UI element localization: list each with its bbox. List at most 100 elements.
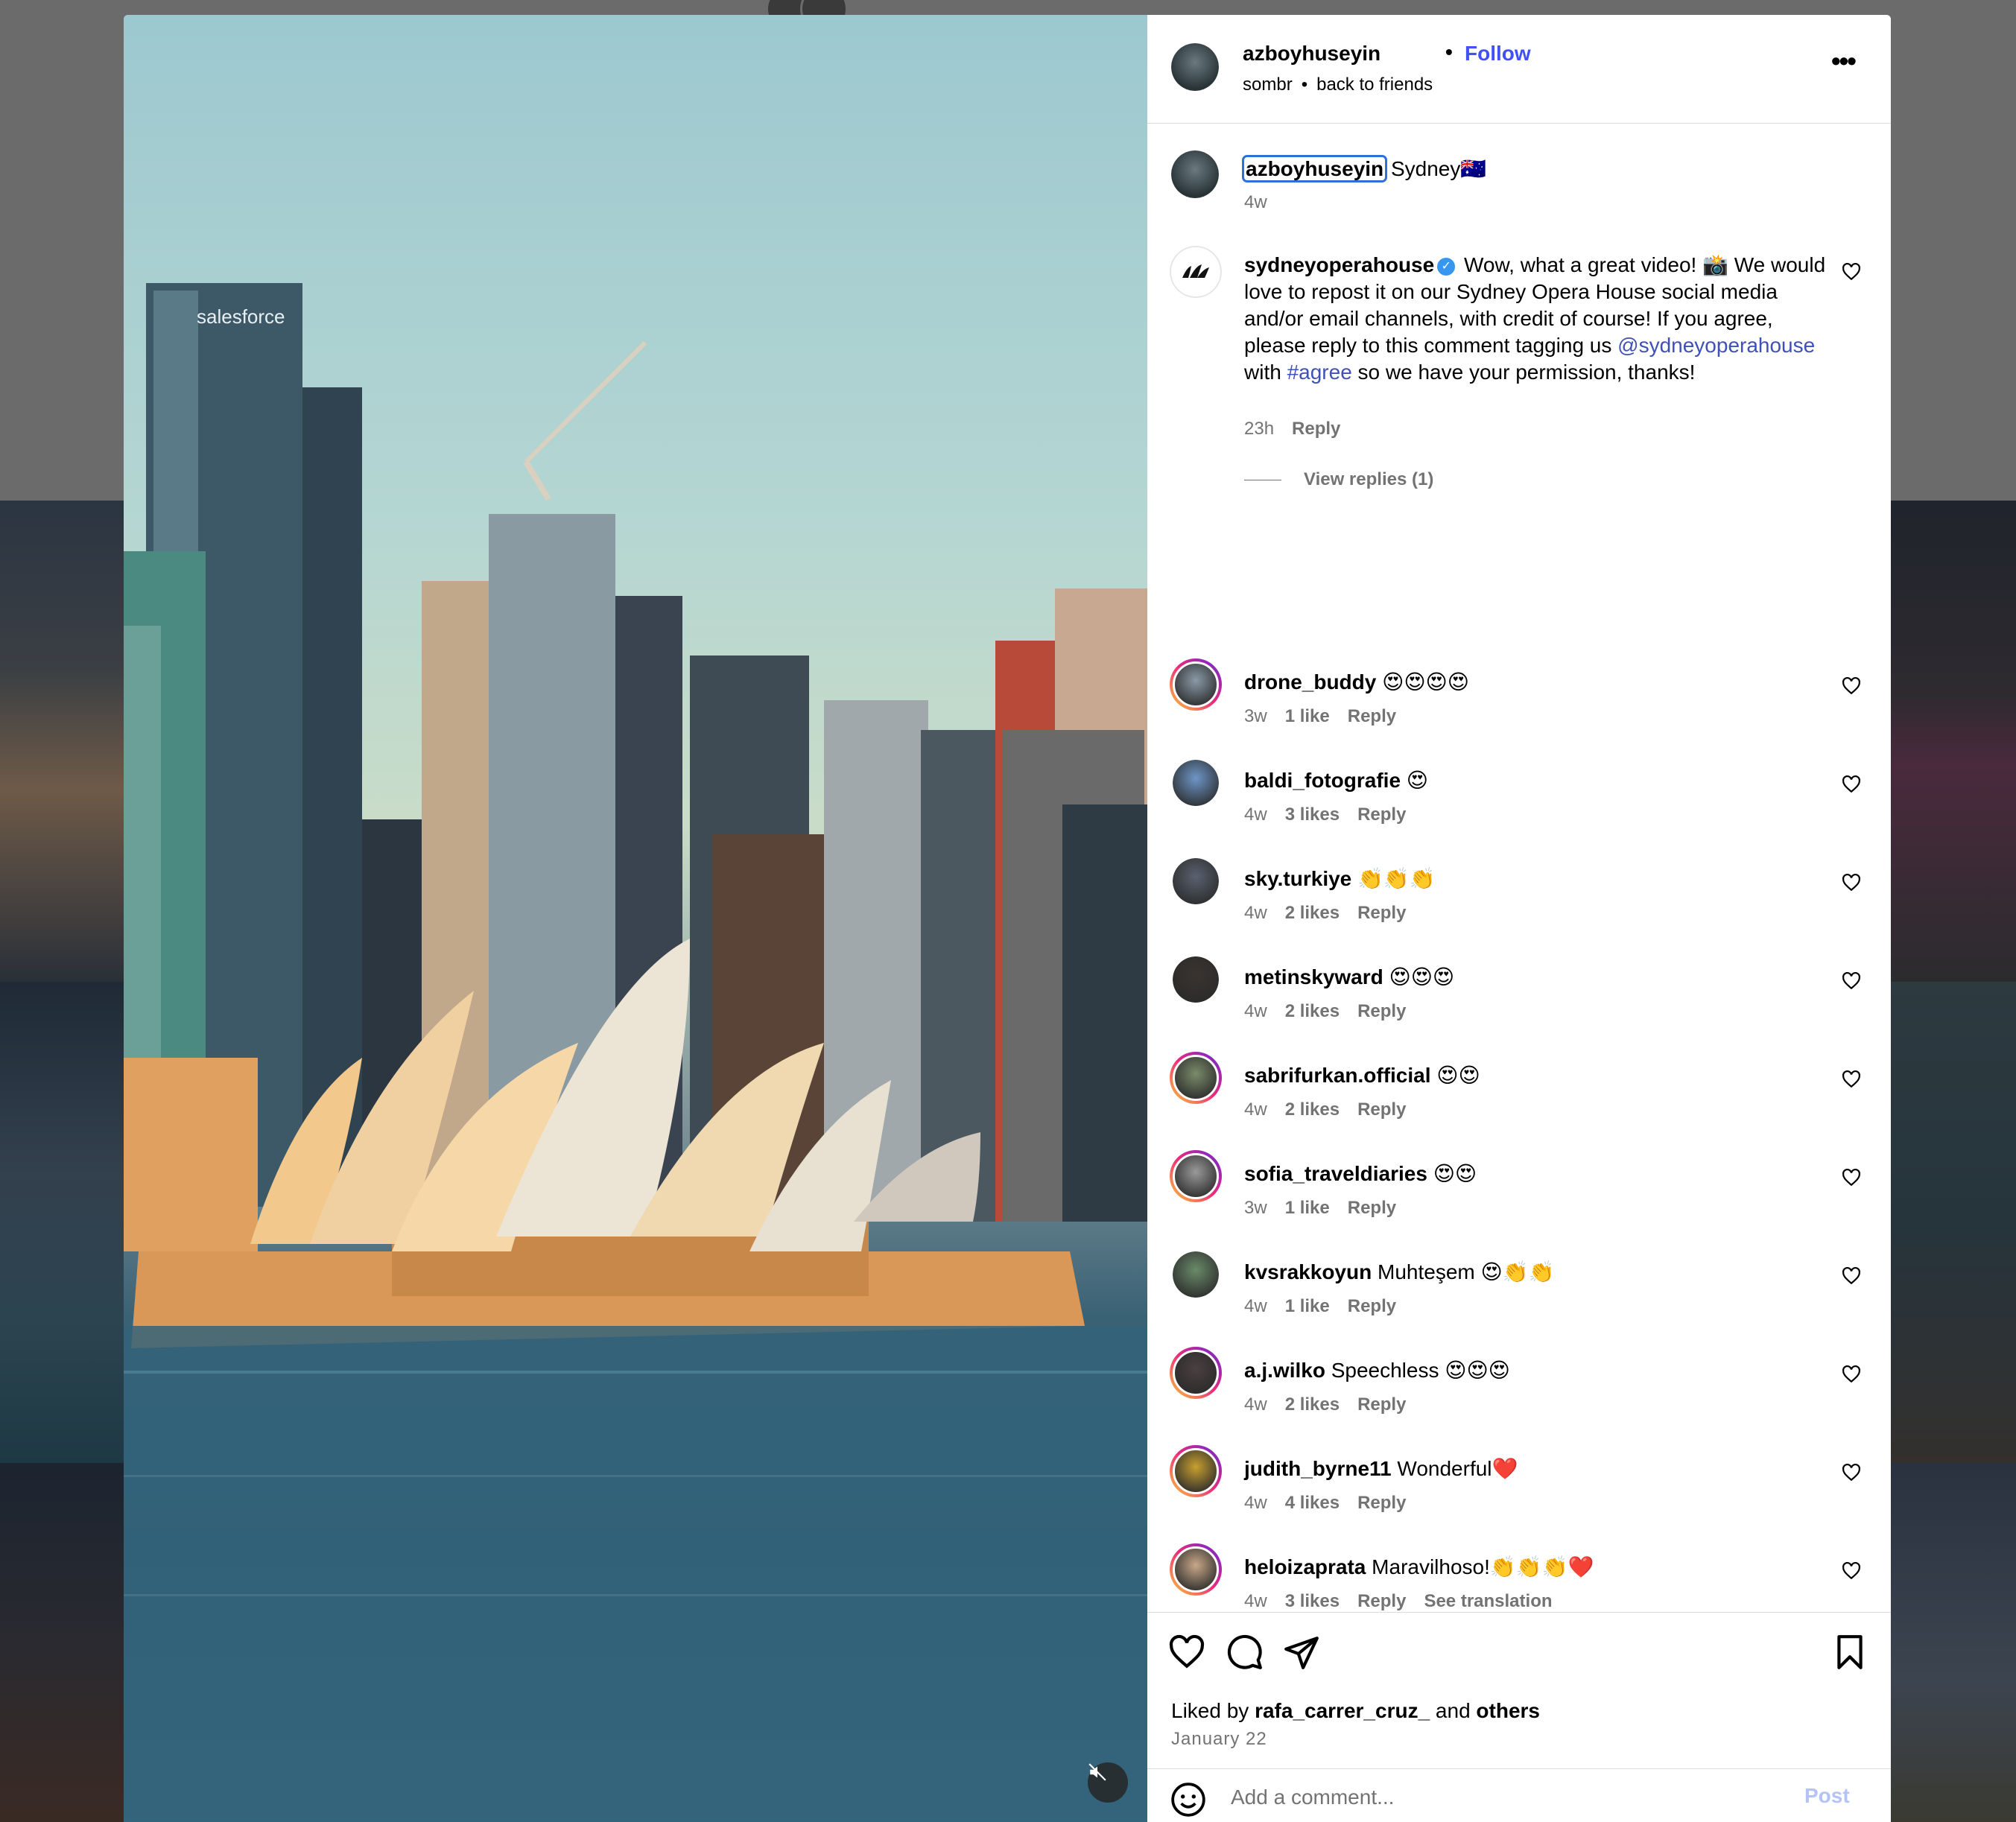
- view-replies-button[interactable]: View replies (1): [1244, 469, 1433, 490]
- comment-likes[interactable]: 2 likes: [1285, 1099, 1340, 1120]
- reply-button[interactable]: Reply: [1348, 706, 1396, 727]
- comment-likes[interactable]: 3 likes: [1285, 1591, 1340, 1612]
- caption-avatar[interactable]: [1171, 150, 1219, 198]
- reply-button[interactable]: Reply: [1292, 419, 1340, 439]
- add-comment-input[interactable]: [1231, 1777, 1797, 1818]
- comment-username[interactable]: drone_buddy: [1244, 670, 1376, 693]
- comment-username[interactable]: kvsrakkoyun: [1244, 1260, 1372, 1283]
- reply-button[interactable]: Reply: [1357, 1099, 1406, 1120]
- see-translation-button[interactable]: See translation: [1424, 1591, 1552, 1612]
- like-comment-heart-icon[interactable]: [1842, 1070, 1861, 1089]
- reply-button[interactable]: Reply: [1357, 804, 1406, 825]
- comment-username[interactable]: baldi_fotografie: [1244, 769, 1401, 792]
- comment-likes[interactable]: 1 like: [1285, 1198, 1330, 1219]
- comment-text: sky.turkiye 👏👏👏: [1244, 866, 1833, 892]
- comments-list[interactable]: azboyhuseyin Sydney🇦🇺 4w sydneyoperahous…: [1147, 124, 1891, 1612]
- comment-username[interactable]: sky.turkiye: [1244, 867, 1351, 890]
- commenter-avatar[interactable]: [1170, 1052, 1222, 1104]
- comment-username[interactable]: sabrifurkan.official: [1244, 1064, 1431, 1087]
- comment-time[interactable]: 4w: [1244, 1493, 1267, 1514]
- like-comment-heart-icon[interactable]: [1842, 1168, 1861, 1187]
- background-post-tile[interactable]: [1891, 501, 2016, 982]
- more-options-icon[interactable]: •••: [1831, 48, 1857, 74]
- post-video[interactable]: salesforce: [124, 15, 1147, 1822]
- mute-button[interactable]: [1088, 1762, 1128, 1803]
- comment-time[interactable]: 4w: [1244, 903, 1267, 924]
- audio-attribution[interactable]: sombr • back to friends: [1243, 74, 1433, 95]
- like-comment-heart-icon[interactable]: [1842, 1266, 1861, 1286]
- bookmark-icon[interactable]: [1831, 1634, 1868, 1671]
- comment-username[interactable]: sofia_traveldiaries: [1244, 1162, 1427, 1185]
- comment-username[interactable]: metinskyward: [1244, 965, 1383, 988]
- emoji-icon[interactable]: [1170, 1781, 1207, 1818]
- comment-time[interactable]: 23h: [1244, 419, 1274, 439]
- commenter-avatar[interactable]: [1170, 1150, 1222, 1202]
- caption-username[interactable]: azboyhuseyin: [1241, 155, 1388, 182]
- commenter-avatar[interactable]: [1170, 658, 1222, 711]
- hashtag-link[interactable]: #agree: [1287, 361, 1352, 384]
- comment-time[interactable]: 4w: [1244, 1099, 1267, 1120]
- comment-icon[interactable]: [1226, 1634, 1264, 1671]
- comment-time[interactable]: 4w: [1244, 1394, 1267, 1415]
- comment-time[interactable]: 4w: [1244, 804, 1267, 825]
- comment-username[interactable]: a.j.wilko: [1244, 1359, 1325, 1382]
- background-post-tile[interactable]: [0, 1463, 124, 1822]
- reply-button[interactable]: Reply: [1357, 1591, 1406, 1612]
- background-post-tile[interactable]: [1891, 1463, 2016, 1822]
- comment-time[interactable]: 4w: [1244, 1001, 1267, 1022]
- commenter-avatar[interactable]: [1170, 1543, 1222, 1596]
- liked-by-others[interactable]: others: [1476, 1699, 1540, 1722]
- like-comment-heart-icon[interactable]: [1842, 1561, 1861, 1581]
- reply-button[interactable]: Reply: [1357, 1493, 1406, 1514]
- comment-time[interactable]: 3w: [1244, 1198, 1267, 1219]
- comment-likes[interactable]: 1 like: [1285, 1296, 1330, 1317]
- reply-button[interactable]: Reply: [1357, 903, 1406, 924]
- like-comment-heart-icon[interactable]: [1842, 262, 1861, 282]
- author-username[interactable]: azboyhuseyin: [1243, 42, 1381, 66]
- comment-likes[interactable]: 2 likes: [1285, 903, 1340, 924]
- comment-likes[interactable]: 2 likes: [1285, 1001, 1340, 1022]
- reply-button[interactable]: Reply: [1357, 1001, 1406, 1022]
- background-post-tile[interactable]: [0, 501, 124, 982]
- like-comment-heart-icon[interactable]: [1842, 775, 1861, 794]
- liked-by-user[interactable]: rafa_carrer_cruz_: [1255, 1699, 1430, 1722]
- commenter-avatar[interactable]: [1173, 956, 1219, 1003]
- caption-time[interactable]: 4w: [1244, 192, 1267, 213]
- comment-time[interactable]: 4w: [1244, 1296, 1267, 1317]
- comment-text: drone_buddy 😍😍😍😍: [1244, 669, 1833, 696]
- commenter-avatar[interactable]: [1170, 1445, 1222, 1497]
- author-avatar[interactable]: [1171, 43, 1219, 91]
- comment-username[interactable]: heloizaprata: [1244, 1555, 1366, 1578]
- share-icon[interactable]: [1283, 1634, 1320, 1671]
- like-comment-heart-icon[interactable]: [1842, 1365, 1861, 1384]
- reply-button[interactable]: Reply: [1348, 1296, 1396, 1317]
- reply-button[interactable]: Reply: [1348, 1198, 1396, 1219]
- post-date[interactable]: January 22: [1171, 1729, 1267, 1750]
- commenter-avatar[interactable]: [1170, 246, 1222, 298]
- background-post-tile[interactable]: [0, 982, 124, 1463]
- commenter-avatar[interactable]: [1173, 858, 1219, 904]
- like-comment-heart-icon[interactable]: [1842, 1463, 1861, 1482]
- like-comment-heart-icon[interactable]: [1842, 873, 1861, 892]
- heart-icon[interactable]: [1168, 1634, 1205, 1671]
- commenter-avatar[interactable]: [1173, 760, 1219, 806]
- like-comment-heart-icon[interactable]: [1842, 676, 1861, 696]
- reply-button[interactable]: Reply: [1357, 1394, 1406, 1415]
- background-post-tile[interactable]: [1891, 982, 2016, 1463]
- follow-button[interactable]: Follow: [1465, 42, 1531, 66]
- comment-likes[interactable]: 3 likes: [1285, 804, 1340, 825]
- comment-likes[interactable]: 2 likes: [1285, 1394, 1340, 1415]
- comment-item: drone_buddy 😍😍😍😍 3w 1 like Reply: [1147, 658, 1891, 748]
- comment-likes[interactable]: 4 likes: [1285, 1493, 1340, 1514]
- comment-likes[interactable]: 1 like: [1285, 706, 1330, 727]
- mention-link[interactable]: @sydneyoperahouse: [1617, 334, 1815, 357]
- comment-time[interactable]: 4w: [1244, 1591, 1267, 1612]
- commenter-avatar[interactable]: [1173, 1251, 1219, 1298]
- comment-body: so we have your permission, thanks!: [1351, 361, 1696, 384]
- comment-username[interactable]: judith_byrne11: [1244, 1457, 1392, 1480]
- comment-username[interactable]: sydneyoperahouse: [1244, 253, 1434, 276]
- comment-time[interactable]: 3w: [1244, 706, 1267, 727]
- commenter-avatar[interactable]: [1170, 1347, 1222, 1399]
- post-comment-button[interactable]: Post: [1804, 1784, 1850, 1808]
- like-comment-heart-icon[interactable]: [1842, 971, 1861, 991]
